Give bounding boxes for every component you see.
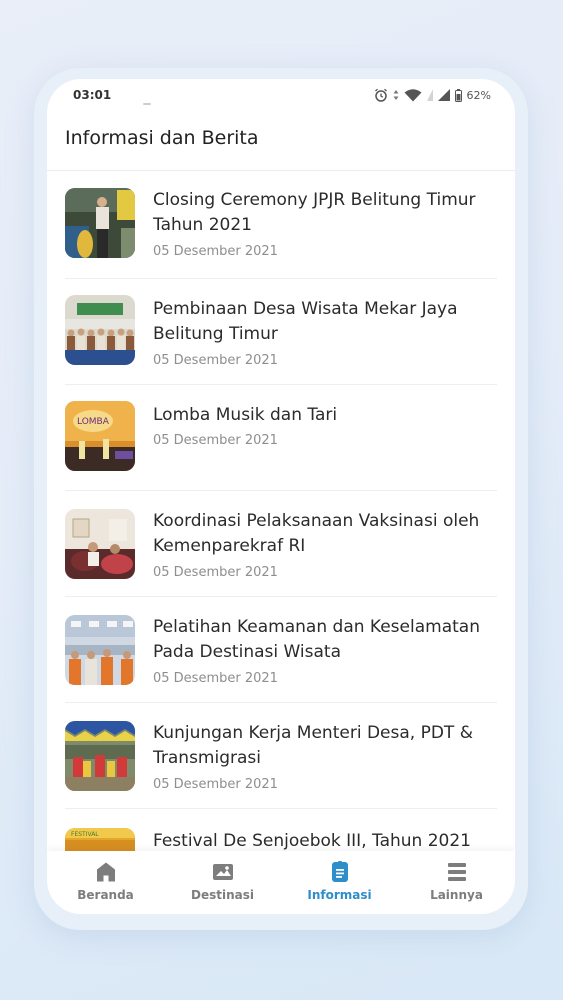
map-icon [213,864,233,880]
news-item[interactable]: Pelatihan Keamanan dan Keselamatan Pada … [65,597,497,703]
group-photo-icon [65,295,135,365]
news-item[interactable]: Koordinasi Pelaksanaan Vaksinasi oleh Ke… [65,491,497,597]
nav-label: Informasi [307,888,372,902]
news-date: 05 Desember 2021 [153,777,278,792]
stage-photo-icon: LOMBA [65,401,135,471]
meeting-photo-icon [65,509,135,579]
news-date: 05 Desember 2021 [153,671,278,686]
status-icons: 62% [374,88,491,102]
news-title: Pelatihan Keamanan dan Keselamatan Pada … [153,617,480,662]
news-title: Lomba Musik dan Tari [153,405,338,425]
home-icon [97,862,115,882]
festival-photo-icon: FESTIVAL [65,828,135,852]
svg-text:LOMBA: LOMBA [77,417,110,427]
news-thumbnail [65,509,135,579]
document-icon [332,861,348,882]
bottom-navigation: Beranda Destinasi Informasi Lainnya [47,851,515,914]
nav-label: Lainnya [430,888,483,902]
battery-icon [454,88,462,102]
status-bar: 03:01 62% [47,79,515,113]
news-date: 05 Desember 2021 [153,565,278,580]
app-screen: 03:01 62% Informasi dan Berita Closing C… [47,79,515,914]
wifi-icon [404,88,422,101]
nav-informasi[interactable]: Informasi [281,851,398,914]
nav-label: Beranda [77,888,134,902]
news-title: Festival De Senjoebok III, Tahun 2021 [153,831,471,851]
news-item[interactable]: Kunjungan Kerja Menteri Desa, PDT & Tran… [65,703,497,809]
svg-text:FESTIVAL: FESTIVAL [71,831,99,838]
news-date: 05 Desember 2021 [153,244,278,259]
news-date: 05 Desember 2021 [153,433,278,448]
news-title: Koordinasi Pelaksanaan Vaksinasi oleh Ke… [153,511,480,556]
news-thumbnail [65,721,135,791]
nav-destinasi[interactable]: Destinasi [164,851,281,914]
news-title: Kunjungan Kerja Menteri Desa, PDT & Tran… [153,723,473,768]
page-header: Informasi dan Berita [47,115,515,171]
news-item[interactable]: LOMBA Lomba Musik dan Tari 05 Desember 2… [65,385,497,491]
news-item[interactable]: Closing Ceremony JPJR Belitung Timur Tah… [65,188,497,279]
status-time: 03:01 [73,88,112,102]
news-thumbnail [65,188,135,258]
news-title: Closing Ceremony JPJR Belitung Timur Tah… [153,190,476,235]
news-thumbnail [65,295,135,365]
nav-lainnya[interactable]: Lainnya [398,851,515,914]
training-photo-icon [65,615,135,685]
news-thumbnail [65,615,135,685]
page-title: Informasi dan Berita [65,127,259,149]
signal-dim-icon [426,89,433,101]
news-item[interactable]: FESTIVAL Festival De Senjoebok III, Tahu… [65,809,497,852]
alarm-icon [374,88,387,102]
news-list[interactable]: Closing Ceremony JPJR Belitung Timur Tah… [47,172,515,852]
news-item[interactable]: Pembinaan Desa Wisata Mekar Jaya Belitun… [65,279,497,385]
camera-notch [143,103,151,105]
signal-icon [437,89,450,101]
menu-icon [448,863,466,881]
nav-beranda[interactable]: Beranda [47,851,164,914]
news-date: 05 Desember 2021 [153,353,278,368]
news-thumbnail: LOMBA [65,401,135,471]
dance-photo-icon [65,721,135,791]
news-title: Pembinaan Desa Wisata Mekar Jaya Belitun… [153,299,458,344]
news-thumbnail: FESTIVAL [65,828,135,852]
nav-label: Destinasi [191,888,254,902]
ceremony-photo-icon [65,188,135,258]
battery-percent: 62% [466,88,491,102]
data-transfer-icon [393,90,399,100]
